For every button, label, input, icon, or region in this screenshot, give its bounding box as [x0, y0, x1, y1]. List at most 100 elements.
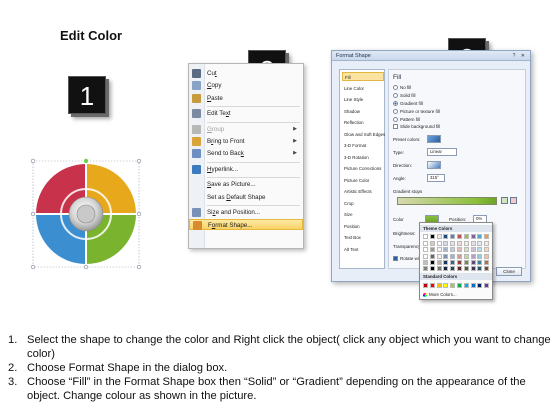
color-swatch[interactable] [463, 247, 469, 253]
nav-item-alt-text[interactable]: Alt Text [342, 245, 384, 254]
color-swatch[interactable] [477, 253, 483, 259]
color-swatch[interactable] [463, 253, 469, 259]
nav-item-fill[interactable]: Fill [342, 72, 384, 81]
fill-option-picture-or-texture-fill[interactable]: Picture or texture fill [393, 109, 440, 116]
color-swatch[interactable] [457, 259, 462, 265]
color-swatch[interactable] [450, 266, 456, 271]
menu-item-copy[interactable]: Copy [189, 80, 303, 91]
color-swatch[interactable] [463, 241, 469, 247]
color-swatch[interactable] [443, 253, 449, 259]
color-swatch[interactable] [423, 259, 428, 265]
color-swatch[interactable] [457, 247, 462, 253]
standard-color-swatch[interactable] [484, 283, 490, 288]
standard-color-swatch[interactable] [429, 283, 435, 288]
nav-item-artistic-effects[interactable]: Artistic Effects [342, 187, 384, 196]
nav-item-crop[interactable]: Crop [342, 199, 384, 208]
remove-stop-button[interactable] [510, 197, 517, 204]
color-swatch[interactable] [484, 234, 490, 239]
color-swatch[interactable] [457, 253, 462, 259]
resize-handle[interactable] [136, 264, 142, 270]
color-swatch[interactable] [484, 241, 490, 247]
color-swatch[interactable] [443, 241, 449, 247]
resize-handle[interactable] [30, 211, 36, 217]
resize-handle[interactable] [30, 158, 36, 164]
menu-item-edit-text[interactable]: Edit Text [189, 108, 303, 119]
color-swatch[interactable] [470, 241, 476, 247]
color-swatch[interactable] [470, 234, 476, 239]
fill-option-pattern-fill[interactable]: Pattern fill [393, 117, 420, 124]
nav-item-position[interactable]: Position [342, 222, 384, 231]
color-swatch[interactable] [450, 253, 456, 259]
menu-item-cut[interactable]: Cut [189, 68, 303, 79]
menu-item-paste[interactable]: Paste [189, 93, 303, 104]
color-swatch[interactable] [429, 247, 435, 253]
color-swatch[interactable] [450, 259, 456, 265]
color-swatch[interactable] [423, 234, 428, 239]
color-swatch[interactable] [463, 234, 469, 239]
color-swatch[interactable] [423, 266, 428, 271]
color-swatch[interactable] [470, 247, 476, 253]
nav-item-picture-corrections[interactable]: Picture Corrections [342, 164, 384, 173]
nav-item-size[interactable]: Size [342, 210, 384, 219]
color-swatch[interactable] [436, 247, 442, 253]
color-swatch[interactable] [477, 266, 483, 271]
menu-item-size-and-position[interactable]: Size and Position... [189, 207, 303, 218]
color-swatch[interactable] [463, 259, 469, 265]
color-swatch[interactable] [450, 247, 456, 253]
color-swatch[interactable] [477, 234, 483, 239]
standard-color-swatch[interactable] [423, 283, 428, 288]
standard-color-swatch[interactable] [443, 283, 449, 288]
radio-button[interactable] [393, 85, 398, 91]
resize-handle[interactable] [136, 158, 142, 164]
color-swatch[interactable] [423, 241, 428, 247]
nav-item-line-style[interactable]: Line Style [342, 95, 384, 104]
color-swatch[interactable] [484, 259, 490, 265]
fill-option-solid-fill[interactable]: Solid fill [393, 93, 416, 100]
radio-button[interactable] [393, 109, 398, 115]
slide-background-checkbox[interactable]: Slide background fill [393, 124, 440, 131]
color-swatch[interactable] [429, 241, 435, 247]
standard-color-swatch[interactable] [477, 283, 483, 288]
checkbox-box[interactable] [393, 124, 398, 130]
nav-item-text-box[interactable]: Text Box [342, 233, 384, 242]
gradient-stops-bar[interactable] [397, 197, 497, 205]
radio-button[interactable] [393, 117, 398, 123]
color-swatch[interactable] [463, 266, 469, 271]
color-swatch[interactable] [457, 234, 462, 239]
menu-item-format-shape[interactable]: Format Shape... [189, 219, 303, 231]
color-swatch[interactable] [443, 259, 449, 265]
color-swatch[interactable] [423, 253, 428, 259]
radio-button[interactable] [393, 101, 398, 107]
checkbox-box[interactable] [393, 256, 398, 262]
nav-item-3-d-rotation[interactable]: 3-D Rotation [342, 153, 384, 162]
add-stop-button[interactable] [501, 197, 508, 204]
color-swatch[interactable] [436, 241, 442, 247]
more-colors-link[interactable]: More Colors... [423, 292, 457, 297]
menu-item-group[interactable]: Group ▶ [189, 124, 303, 135]
color-swatch[interactable] [429, 259, 435, 265]
resize-handle[interactable] [83, 264, 89, 270]
angle-input[interactable]: 315° [427, 174, 445, 182]
donut-shape[interactable] [30, 158, 142, 270]
color-swatch[interactable] [470, 266, 476, 271]
color-swatch[interactable] [484, 253, 490, 259]
color-swatch[interactable] [450, 241, 456, 247]
standard-color-swatch[interactable] [457, 283, 462, 288]
nav-item-line-color[interactable]: Line Color [342, 84, 384, 93]
color-swatch[interactable] [423, 247, 428, 253]
nav-item-3-d-format[interactable]: 3-D Format [342, 141, 384, 150]
standard-color-swatch[interactable] [463, 283, 469, 288]
color-swatch[interactable] [443, 247, 449, 253]
rotation-handle[interactable] [83, 158, 89, 164]
color-swatch[interactable] [429, 266, 435, 271]
nav-item-glow-and-soft-edges[interactable]: Glow and Soft Edges [342, 130, 385, 139]
direction-dropdown[interactable] [427, 161, 441, 169]
dialog-window-buttons[interactable]: ? ✕ [513, 53, 527, 59]
color-swatch[interactable] [450, 234, 456, 239]
menu-item-send-to-back[interactable]: Send to Back ▶ [189, 148, 303, 159]
color-swatch[interactable] [436, 266, 442, 271]
menu-item-set-as-default-shape[interactable]: Set as Default Shape [189, 192, 303, 203]
color-swatch[interactable] [443, 266, 449, 271]
standard-color-swatch[interactable] [436, 283, 442, 288]
color-swatch[interactable] [484, 266, 490, 271]
